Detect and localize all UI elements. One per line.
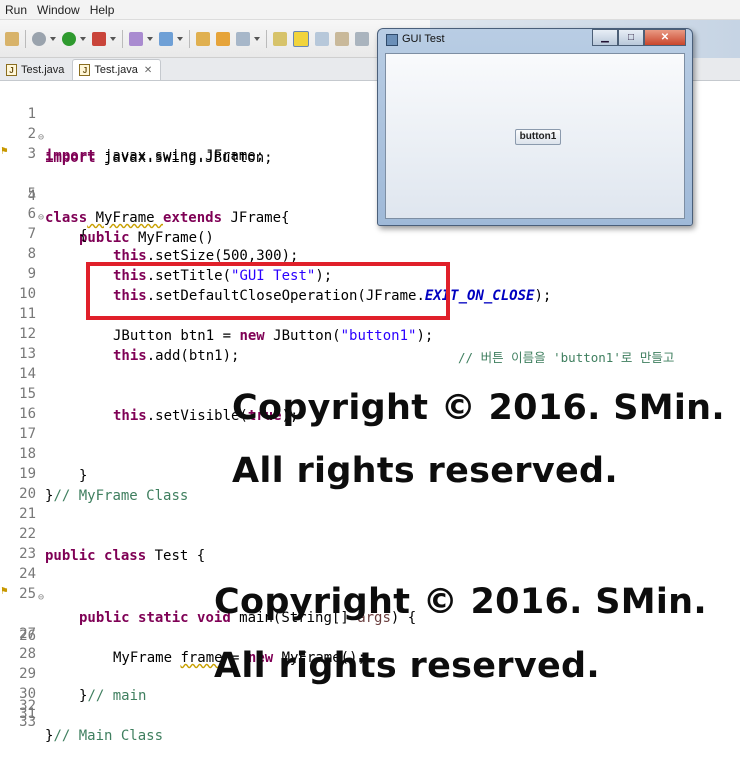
gui-test-window[interactable]: GUI Test ▁ □ ✕ button1 (377, 28, 693, 226)
chevron-down-icon[interactable] (147, 35, 155, 43)
window-title: GUI Test (402, 33, 445, 45)
close-icon[interactable]: ✕ (144, 65, 152, 76)
code-token: } (45, 728, 54, 744)
debug-icon[interactable] (32, 31, 46, 46)
code-line: 14 (0, 341, 740, 382)
highlight-box (86, 262, 450, 320)
external-tools-icon[interactable] (92, 31, 106, 46)
tab-label: Test.java (94, 64, 138, 76)
refactor-icon[interactable] (5, 31, 19, 46)
menu-run[interactable]: Run (0, 3, 32, 17)
chevron-down-icon[interactable] (177, 35, 185, 43)
rights-watermark: All rights reserved. (214, 646, 600, 686)
chevron-down-icon[interactable] (110, 35, 118, 43)
run-icon[interactable] (62, 31, 76, 46)
window-content: button1 (385, 53, 685, 219)
new-java-project-icon[interactable] (129, 31, 143, 46)
toolbar-separator (25, 29, 26, 48)
java-file-icon: J (6, 64, 17, 76)
code-line: 24 ⊖ public static void main(String[] ar… (0, 541, 740, 626)
open-type-icon[interactable] (196, 31, 210, 46)
close-button[interactable]: ✕ (644, 29, 686, 46)
toolbar-separator (189, 29, 190, 48)
tab-test-java-2[interactable]: J Test.java ✕ (72, 59, 162, 80)
toolbar-separator (266, 29, 267, 48)
code-line: 28 (0, 621, 740, 662)
toolbar-separator (122, 29, 123, 48)
copyright-watermark: Copyright © 2016. SMin. (232, 388, 725, 428)
window-titlebar[interactable]: GUI Test ▁ □ ✕ (378, 29, 692, 51)
code-line: 22 public class Test { (0, 501, 740, 564)
rights-watermark: All rights reserved. (232, 451, 618, 491)
new-class-icon[interactable] (159, 31, 173, 46)
menu-help[interactable]: Help (85, 3, 120, 17)
minimize-button[interactable]: ▁ (592, 29, 618, 46)
search-icon[interactable] (236, 31, 250, 46)
menu-window[interactable]: Window (32, 3, 85, 17)
code-line: 9 this.setDefaultCloseOperation(JFrame.E… (0, 241, 740, 304)
code-comment: // Main Class (53, 728, 164, 744)
chevron-down-icon[interactable] (80, 35, 88, 43)
maximize-button[interactable]: □ (618, 29, 644, 46)
mark-occurrences-icon[interactable] (293, 30, 309, 47)
code-line: 23 (0, 521, 740, 562)
tab-label: Test.java (21, 64, 65, 76)
java-app-icon (386, 34, 398, 46)
show-whitespace-icon[interactable] (335, 31, 349, 46)
warning-marker-icon[interactable]: ⚑ (1, 585, 11, 597)
open-folder-icon[interactable] (216, 31, 230, 46)
code-line: 15 this.setVisible(true); (0, 361, 740, 424)
code-line: 25 (0, 561, 740, 602)
button1[interactable]: button1 (515, 129, 561, 145)
window-controls: ▁ □ ✕ (592, 29, 686, 46)
copyright-watermark: Copyright © 2016. SMin. (214, 582, 707, 622)
next-annotation-icon[interactable] (315, 31, 329, 46)
annotation-icon[interactable] (273, 31, 287, 46)
line-number: 33 (19, 714, 36, 730)
block-selection-icon[interactable] (355, 31, 369, 46)
chevron-down-icon[interactable] (254, 35, 262, 43)
code-line: 13 (0, 321, 740, 362)
chevron-down-icon[interactable] (50, 35, 58, 43)
menu-bar: Run Window Help (0, 0, 740, 20)
warning-marker-icon[interactable]: ⚑ (1, 145, 11, 157)
tab-test-java-1[interactable]: J Test.java (0, 60, 72, 80)
java-file-icon: J (79, 64, 91, 76)
